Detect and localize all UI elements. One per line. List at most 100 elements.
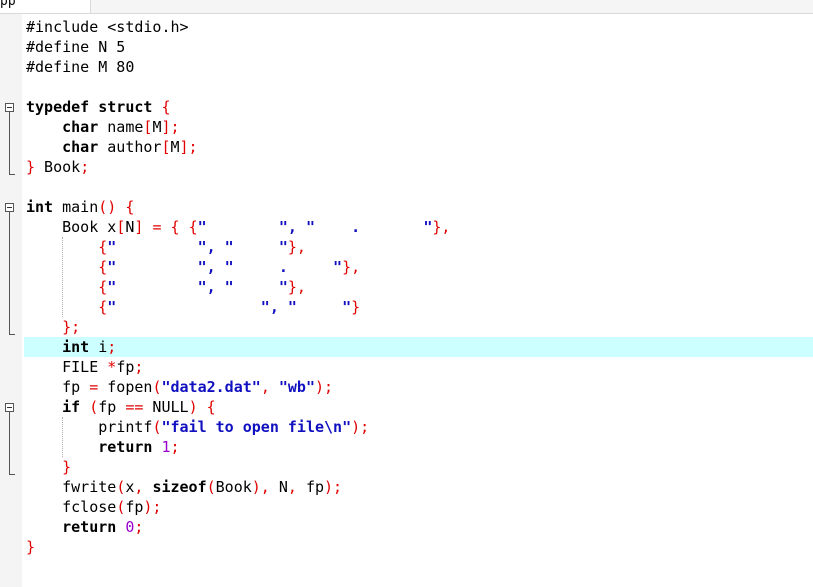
fold-toggle-main-icon[interactable] <box>5 203 14 212</box>
fold-end-if <box>9 474 15 475</box>
code-token: ( <box>206 478 216 496</box>
code-token: NULL <box>143 398 189 416</box>
code-token: sizeof <box>152 478 207 496</box>
code-token: Book x <box>26 218 117 236</box>
code-token: " ", " " <box>107 238 288 256</box>
code-line[interactable]: {" ", " "}, <box>26 277 450 297</box>
code-token: [ <box>161 138 171 156</box>
code-line[interactable]: {" ", " "} <box>26 297 450 317</box>
code-token: author <box>98 138 162 156</box>
code-token: ]; <box>161 118 180 136</box>
code-token: 1 <box>161 438 171 456</box>
code-token: fp <box>296 478 325 496</box>
code-token: { <box>98 298 108 316</box>
code-token: int <box>62 338 90 356</box>
code-token: { <box>98 238 108 256</box>
fold-guide-struct <box>9 112 10 174</box>
code-token: main <box>53 198 99 216</box>
file-tab-label: pp <box>0 0 16 9</box>
code-token: char <box>62 138 99 156</box>
code-token: ), <box>251 478 270 496</box>
code-line[interactable]: } Book; <box>26 157 450 177</box>
code-line[interactable]: FILE *fp; <box>26 357 450 377</box>
code-editor[interactable]: #include <stdio.h> #define N 5 #define M 8… <box>26 17 450 557</box>
code-line[interactable]: fwrite(x, sizeof(Book), N, fp); <box>26 477 450 497</box>
code-token: N <box>269 478 288 496</box>
code-token: ); <box>315 378 334 396</box>
code-line[interactable] <box>26 77 450 97</box>
code-token: Book <box>35 158 81 176</box>
code-token: ; <box>134 518 144 536</box>
code-line[interactable]: char author[M]; <box>26 137 450 157</box>
code-line[interactable]: fp = fopen("data2.dat", "wb"); <box>26 377 450 397</box>
code-line[interactable]: #include <stdio.h> <box>26 17 450 37</box>
code-token: ; <box>170 438 180 456</box>
code-token: { <box>98 258 108 276</box>
code-token: fopen <box>98 378 153 396</box>
code-token: " ", " " <box>107 298 352 316</box>
code-token: "data2.dat" <box>161 378 261 396</box>
code-token: == <box>125 398 144 416</box>
code-line[interactable]: int i; <box>26 337 450 357</box>
code-line[interactable]: #define M 80 <box>26 57 450 77</box>
code-token: fclose <box>26 498 117 516</box>
fold-end-struct <box>9 174 15 175</box>
code-token: "wb" <box>278 378 315 396</box>
code-token: ) <box>188 398 198 416</box>
fold-toggle-if-icon[interactable] <box>5 403 14 412</box>
fold-guide-main <box>9 212 10 334</box>
fold-toggle-struct-icon[interactable] <box>5 103 14 112</box>
code-token: * <box>107 358 117 376</box>
code-token: int <box>26 198 54 216</box>
code-line[interactable]: }; <box>26 317 450 337</box>
code-line[interactable]: int main() { <box>26 197 450 217</box>
code-token: = <box>89 378 99 396</box>
code-line[interactable]: {" ", " . "}, <box>26 257 450 277</box>
code-line[interactable]: char name[M]; <box>26 117 450 137</box>
code-line[interactable]: {" ", " "}, <box>26 237 450 257</box>
code-line[interactable]: fclose(fp); <box>26 497 450 517</box>
code-token: }, <box>432 218 451 236</box>
code-token: fwrite <box>26 478 117 496</box>
code-line[interactable]: } <box>26 537 450 557</box>
code-token: M <box>170 138 180 156</box>
code-line[interactable]: printf("fail to open file\n"); <box>26 417 450 437</box>
code-line[interactable]: } <box>26 457 450 477</box>
tab-bar: pp <box>0 0 813 14</box>
code-line[interactable] <box>26 177 450 197</box>
code-line[interactable]: #define N 5 <box>26 37 450 57</box>
code-token: typedef struct <box>26 98 153 116</box>
code-line[interactable]: return 0; <box>26 517 450 537</box>
code-token: printf <box>26 418 153 436</box>
code-line[interactable]: if (fp == NULL) { <box>26 397 450 417</box>
code-line[interactable]: return 1; <box>26 437 450 457</box>
code-token: }, <box>287 238 306 256</box>
code-token: #define M 80 <box>26 58 135 76</box>
code-token: char <box>62 118 99 136</box>
code-line[interactable]: typedef struct { <box>26 97 450 117</box>
file-tab[interactable]: pp <box>0 0 91 13</box>
code-token: { <box>125 198 135 216</box>
code-token: { <box>188 218 198 236</box>
code-line[interactable]: Book x[N] = { {" ", " . "}, <box>26 217 450 237</box>
code-token: " ", " . " <box>197 218 433 236</box>
code-token: if <box>62 398 81 416</box>
code-token: [ <box>116 218 126 236</box>
code-token: "fail to open file\n" <box>161 418 352 436</box>
code-token: ( <box>89 398 99 416</box>
